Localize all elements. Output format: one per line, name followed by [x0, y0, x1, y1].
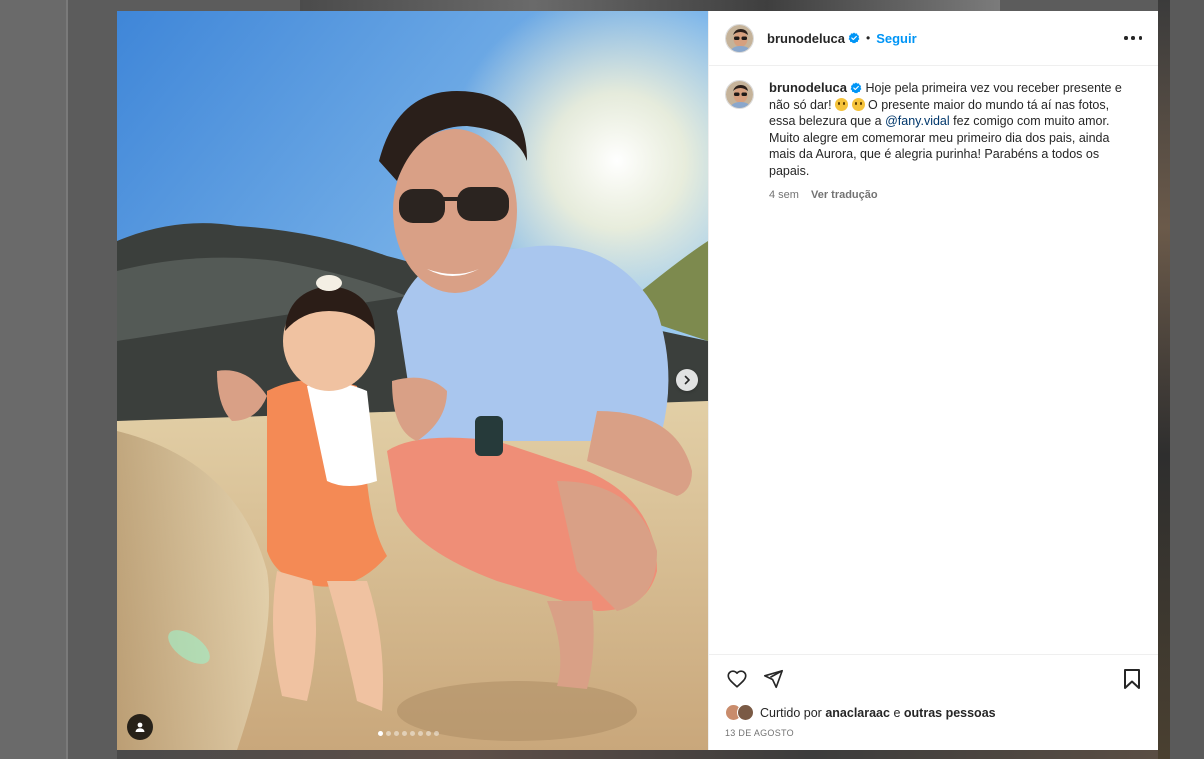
avatar	[737, 704, 754, 721]
post-actions	[709, 654, 1158, 702]
avatar[interactable]	[725, 23, 754, 53]
liked-by-avatars[interactable]	[725, 704, 755, 722]
user-tag-button[interactable]	[127, 714, 153, 740]
see-translation-link[interactable]: Ver tradução	[811, 187, 878, 204]
backdrop-right-strip	[1158, 0, 1170, 759]
header-separator: •	[866, 31, 871, 45]
carousel-dot	[426, 731, 431, 736]
carousel-dot	[378, 731, 383, 736]
carousel-dot	[394, 731, 399, 736]
backdrop-bottom-strip	[117, 750, 1158, 759]
post-time-ago[interactable]: 4 sem	[769, 187, 799, 204]
post-media[interactable]	[117, 11, 708, 750]
bookmark-icon	[1124, 669, 1140, 689]
carousel-indicator	[378, 731, 439, 736]
carousel-dot	[402, 731, 407, 736]
heart-icon	[727, 669, 747, 688]
post-photo	[117, 11, 708, 750]
post-side-panel: brunodeluca • Seguir brunodeluca Hoje pe…	[708, 11, 1158, 750]
verified-badge-icon	[850, 82, 862, 94]
liked-by-prefix: Curtido por	[760, 706, 822, 720]
caption-mention-link[interactable]: @fany.vidal	[885, 114, 950, 128]
post-modal: brunodeluca • Seguir brunodeluca Hoje pe…	[117, 11, 1158, 750]
caption: brunodeluca Hoje pela primeira vez vou r…	[725, 80, 1142, 204]
share-button[interactable]	[761, 667, 785, 691]
caption-username[interactable]: brunodeluca	[769, 80, 847, 95]
more-options-button[interactable]	[1124, 29, 1142, 47]
liked-by-others-link[interactable]: outras pessoas	[904, 706, 996, 720]
chevron-right-icon	[684, 375, 690, 385]
save-button[interactable]	[1120, 667, 1144, 691]
backdrop-top-strip	[300, 0, 1000, 11]
caption-avatar[interactable]	[725, 80, 754, 109]
paper-plane-icon	[763, 669, 783, 688]
caption-text: brunodeluca Hoje pela primeira vez vou r…	[769, 80, 1129, 204]
post-date[interactable]: 13 DE AGOSTO	[709, 724, 1158, 750]
post-author-username[interactable]: brunodeluca	[767, 31, 845, 46]
backdrop-right	[1170, 0, 1204, 759]
grin-emoji-icon	[851, 97, 865, 111]
liked-by-connector: e	[893, 706, 901, 720]
comments-section: brunodeluca Hoje pela primeira vez vou r…	[709, 66, 1158, 654]
carousel-dot	[418, 731, 423, 736]
carousel-dot	[386, 731, 391, 736]
carousel-dot	[434, 731, 439, 736]
like-button[interactable]	[725, 667, 749, 691]
carousel-dot	[410, 731, 415, 736]
follow-button[interactable]: Seguir	[876, 31, 916, 46]
liked-by-user-link[interactable]: anaclaraac	[825, 706, 890, 720]
carousel-next-button[interactable]	[676, 369, 698, 391]
avatar-image	[726, 81, 753, 108]
user-tag-icon	[135, 722, 145, 732]
liked-by: Curtido por anaclaraac e outras pessoas	[709, 702, 1158, 724]
verified-badge-icon	[848, 32, 860, 44]
avatar-image	[726, 24, 753, 52]
hands-emoji-icon	[835, 97, 849, 111]
more-options-icon	[1124, 36, 1128, 40]
caption-meta: 4 sem Ver tradução	[769, 187, 1129, 204]
post-header: brunodeluca • Seguir	[709, 11, 1158, 66]
